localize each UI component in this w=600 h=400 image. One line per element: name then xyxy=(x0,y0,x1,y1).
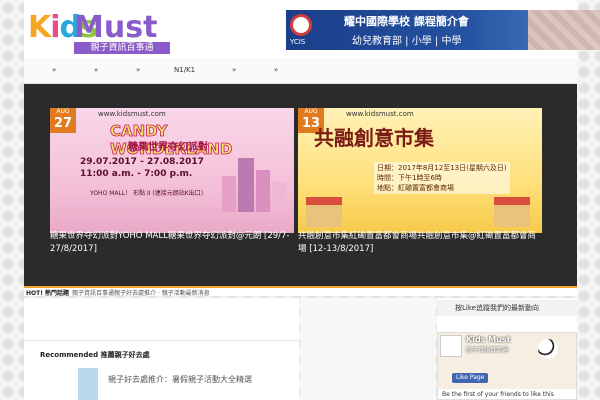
school-emblem-icon xyxy=(290,14,312,36)
slide-details: 29.07.2017 - 27.08.2017 11:00 a.m. - 7:0… xyxy=(80,157,204,179)
fb-like-button[interactable]: Like Page xyxy=(452,373,489,383)
slide-url: www.kidsmust.com xyxy=(98,110,166,118)
football-icon xyxy=(538,339,558,359)
recommended-heading: Recommended 推薦親子好去處 xyxy=(40,351,150,359)
nav-item[interactable]: » xyxy=(232,66,236,74)
main-content: Recommended 推薦親子好去處 親子好去處推介：暑假親子活動大全精選 xyxy=(24,298,299,400)
ad-subtitle: 幼兒教育部 | 小學 | 中學 xyxy=(352,36,462,47)
featured-slide[interactable]: AUG 27 www.kidsmust.com CANDY WONDERLAND… xyxy=(50,108,294,233)
fb-page-logo xyxy=(440,335,462,357)
slide-caption[interactable]: 共融創意市集紅磡置富都會商場共融創意市集@紅磡置富都會商場 [12-13/8/2… xyxy=(298,230,542,256)
featured-slide[interactable]: AUG 13 www.kidsmust.com 共融創意市集 日期：2017年8… xyxy=(298,108,542,233)
slide-venue: YOHO MALL！ 形點 II (連接元朗站K出口) xyxy=(90,190,204,197)
fb-page-name[interactable]: Kids Must xyxy=(466,335,510,344)
date-badge: AUG 27 xyxy=(50,108,76,133)
slide-title-zh: 共融創意市集 xyxy=(314,126,434,150)
facebook-page-widget[interactable]: Kids Must 親子資訊百事通 Like Page Be the first… xyxy=(437,332,577,400)
slide-details: 日期：2017年8月12至13日(星期六及日) 時間：下午1時至6時 地點：紅磡… xyxy=(374,162,510,194)
market-stall-illustration xyxy=(306,197,342,227)
hot-ticker: HOT! 熱門話題 親子資訊百事通親子好去處推介 · 親子活動最新消息 xyxy=(24,286,577,297)
slide-title-zh: 糖果世界夺幻派對 xyxy=(128,142,208,153)
main-nav: » » » N1/K1 » » xyxy=(24,58,577,84)
slide-url: www.kidsmust.com xyxy=(346,110,414,118)
slide-caption[interactable]: 糖果世界夺幻派對YOHO MALL糖果世界夺幻派對@元朗 [29/7-27/8/… xyxy=(50,230,294,256)
site-logo[interactable]: Kids Must 親子資訊百事通 xyxy=(28,10,174,54)
fb-page-likes: 親子資訊百事通 xyxy=(466,347,509,354)
nav-item[interactable]: » xyxy=(136,66,140,74)
divider xyxy=(24,340,299,341)
sidebar-heading: 按Like追蹤我們的最新動向 xyxy=(437,300,577,316)
ad-school-en: YCIS xyxy=(290,38,306,46)
logo-must-text: Must xyxy=(74,10,158,45)
market-stall-illustration xyxy=(494,197,530,227)
nav-item[interactable]: » xyxy=(94,66,98,74)
nav-item[interactable]: » xyxy=(52,66,56,74)
ticker-text[interactable]: 親子資訊百事通親子好去處推介 · 親子活動最新消息 xyxy=(72,288,210,297)
nav-item-n1k1[interactable]: N1/K1 xyxy=(174,66,195,74)
recommended-item-title[interactable]: 親子好去處推介：暑假親子活動大全精選 xyxy=(108,374,252,385)
ticker-label: HOT! 熱門話題 xyxy=(26,290,70,297)
logo-tagline: 親子資訊百事通 xyxy=(74,42,170,54)
sidebar: 按Like追蹤我們的最新動向 Kids Must 親子資訊百事通 Like Pa… xyxy=(437,298,577,400)
castle-illustration xyxy=(222,156,286,212)
fb-footer-text: Be the first of your friends to like thi… xyxy=(438,389,576,399)
ad-kids-photo xyxy=(528,10,600,50)
ad-title: 耀中國際學校 課程簡介會 xyxy=(344,15,469,28)
site-header: Kids Must 親子資訊百事通 YCIS 耀中國際學校 課程簡介會 幼兒教育… xyxy=(24,0,600,58)
nav-item[interactable]: » xyxy=(274,66,278,74)
recommended-thumbnail[interactable] xyxy=(78,368,98,400)
featured-slider: AUG 27 www.kidsmust.com CANDY WONDERLAND… xyxy=(24,84,577,286)
middle-column xyxy=(300,298,436,400)
school-ad-banner[interactable]: YCIS 耀中國際學校 課程簡介會 幼兒教育部 | 小學 | 中學 xyxy=(286,10,600,50)
